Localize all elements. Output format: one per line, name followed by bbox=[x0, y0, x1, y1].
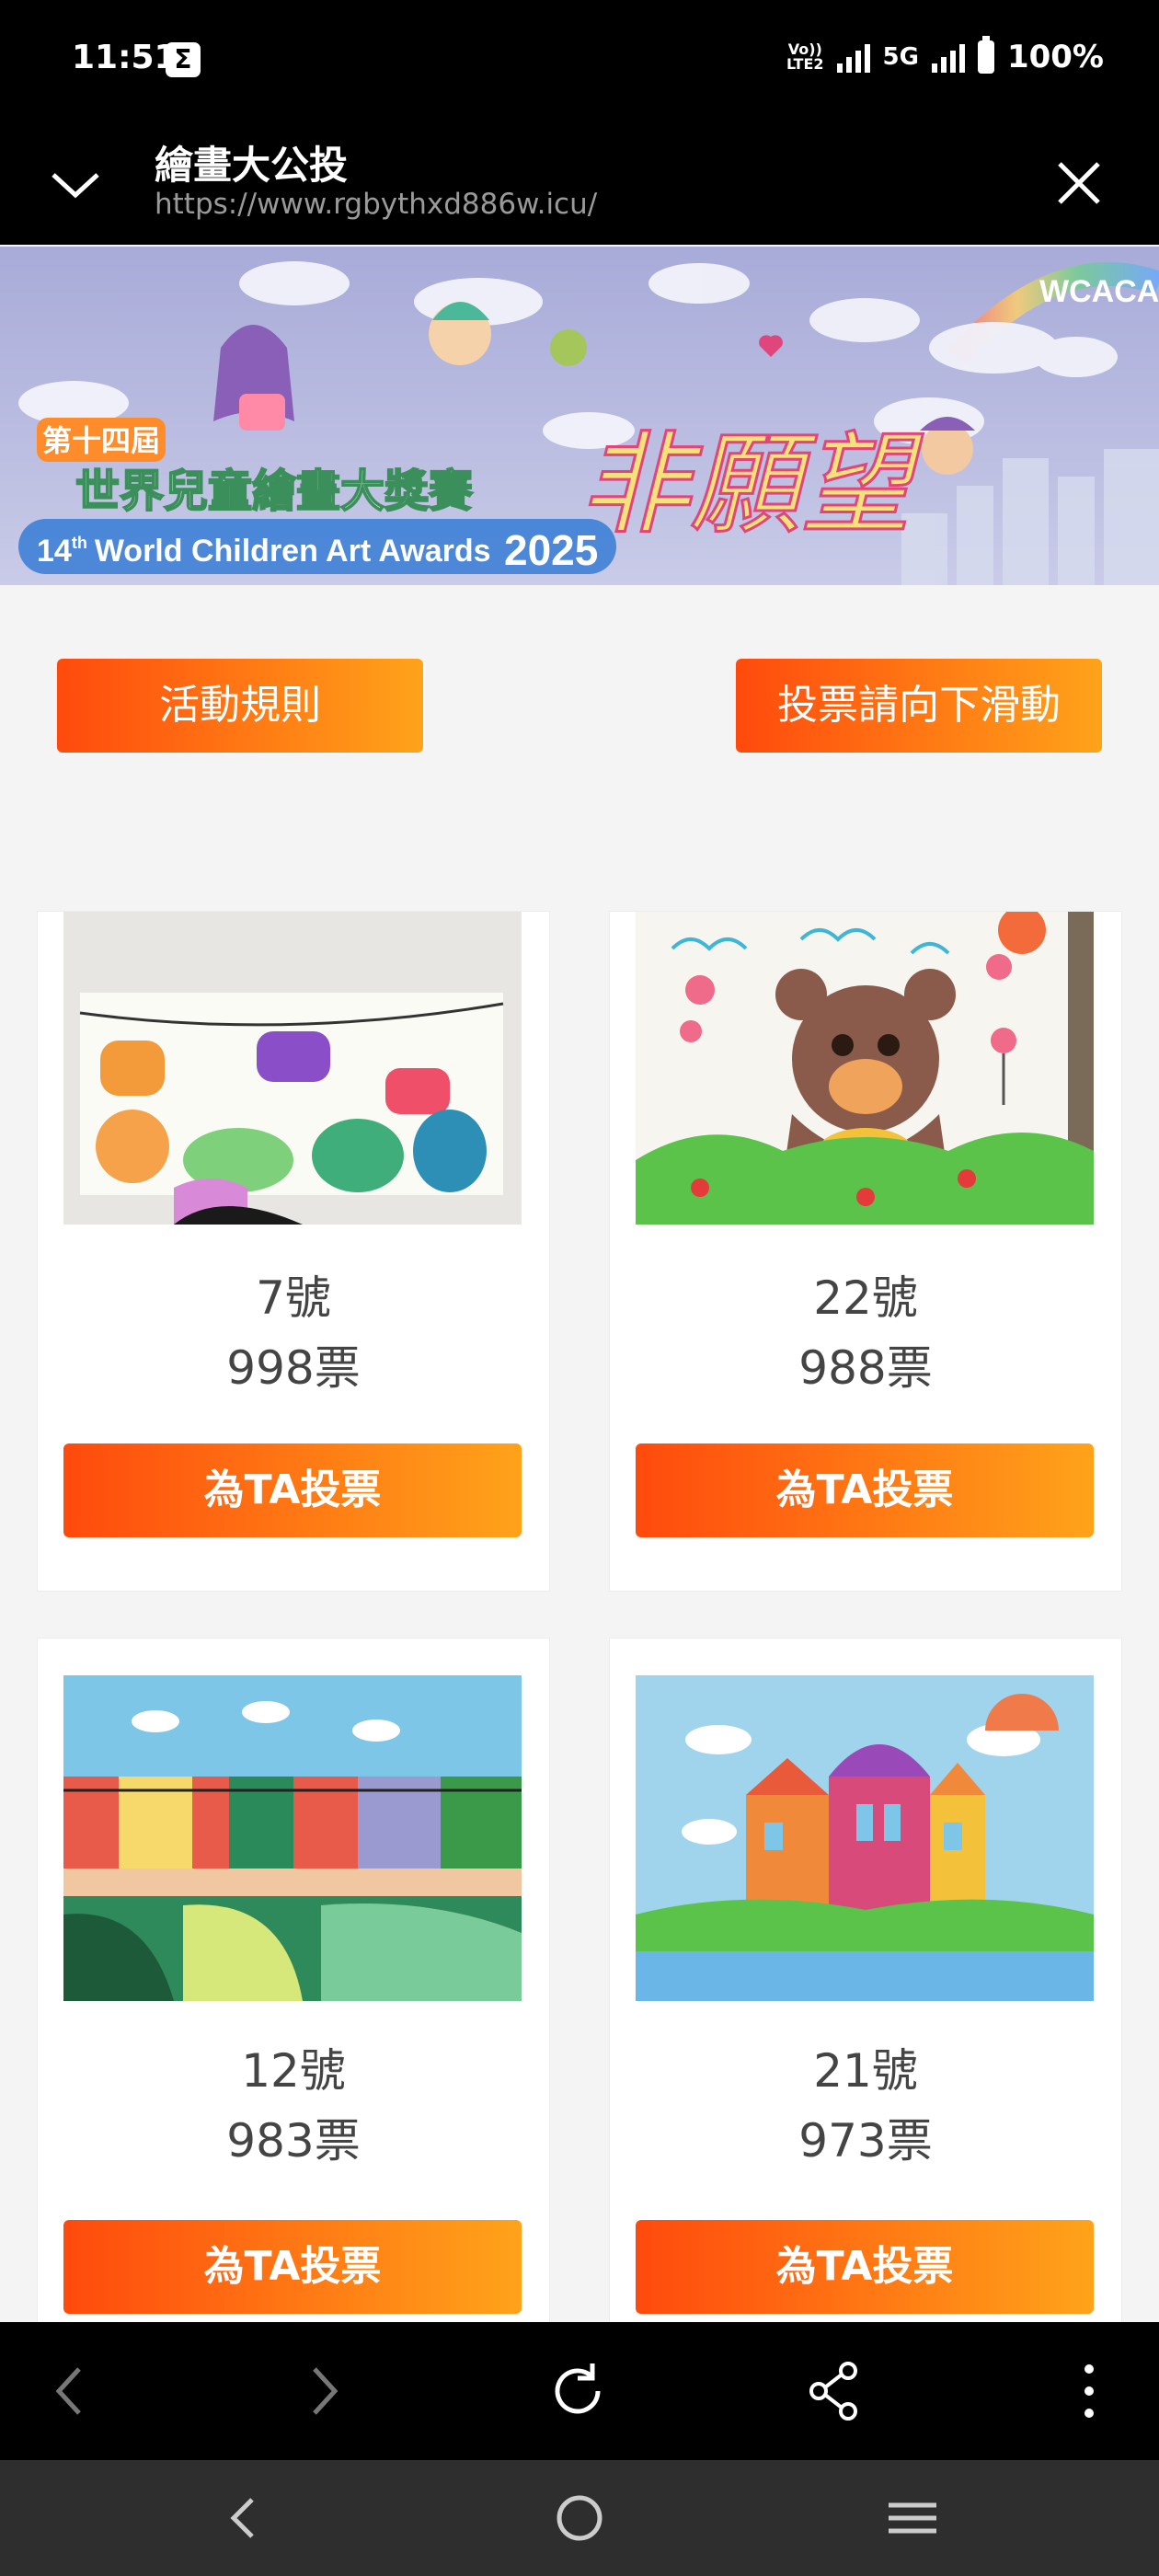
vote-button[interactable]: 為TA投票 bbox=[636, 2220, 1094, 2314]
svg-text:14thWorld Children Art Awards: 14th World Children Art Awards bbox=[37, 534, 491, 569]
entry-card: 22號 988票 為TA投票 bbox=[609, 911, 1122, 1592]
artwork-image[interactable] bbox=[636, 912, 1094, 1225]
sigma-app-icon: Σ bbox=[166, 42, 201, 77]
entry-votes: 988票 bbox=[798, 1341, 933, 1395]
system-nav-bar bbox=[0, 2460, 1159, 2576]
banner-theme: 非願望 bbox=[580, 421, 924, 549]
rules-button[interactable]: 活動規則 bbox=[57, 659, 423, 753]
reload-icon[interactable] bbox=[543, 2354, 616, 2428]
entry-card: 7號 998票 為TA投票 bbox=[37, 911, 550, 1592]
signal-icon-2 bbox=[931, 41, 965, 73]
page-title: 繪畫大公投 bbox=[155, 143, 349, 188]
contest-banner: WCACA 第十四屆 世界兒童繪畫大獎賽 14th World Children … bbox=[0, 247, 1159, 585]
close-icon[interactable] bbox=[1047, 151, 1111, 215]
entry-votes: 973票 bbox=[798, 2114, 933, 2168]
browser-toolbar bbox=[0, 2322, 1159, 2460]
share-icon[interactable] bbox=[797, 2354, 870, 2428]
entry-votes: 998票 bbox=[226, 1341, 361, 1395]
artwork-image[interactable] bbox=[63, 1675, 522, 2001]
banner-edition: 第十四屆 bbox=[42, 423, 160, 458]
entry-number: 21號 bbox=[813, 2044, 918, 2098]
status-bar: 11:51 Σ Vo)) LTE2 5G 100% bbox=[0, 0, 1159, 125]
entry-votes: 983票 bbox=[226, 2114, 361, 2168]
page-url: https://www.rgbythxd886w.icu/ bbox=[155, 188, 598, 221]
clock: 11:51 bbox=[72, 39, 178, 76]
more-menu-icon[interactable] bbox=[1052, 2354, 1126, 2428]
system-recents-icon[interactable] bbox=[876, 2481, 949, 2555]
vote-button[interactable]: 為TA投票 bbox=[63, 1443, 522, 1537]
browser-header: 繪畫大公投 https://www.rgbythxd886w.icu/ bbox=[0, 125, 1159, 245]
forward-arrow-icon[interactable] bbox=[287, 2354, 361, 2428]
signal-icon bbox=[836, 41, 870, 73]
battery-icon bbox=[977, 36, 994, 74]
vote-button[interactable]: 為TA投票 bbox=[636, 1443, 1094, 1537]
battery-percent: 100% bbox=[1006, 39, 1104, 75]
system-home-icon[interactable] bbox=[543, 2481, 616, 2555]
entry-number: 22號 bbox=[813, 1271, 918, 1325]
back-arrow-icon[interactable] bbox=[33, 2354, 107, 2428]
banner-badge: WCACA bbox=[1039, 274, 1159, 309]
system-back-icon[interactable] bbox=[208, 2481, 281, 2555]
vote-button[interactable]: 為TA投票 bbox=[63, 2220, 522, 2314]
entry-card: 12號 983票 為TA投票 bbox=[37, 1638, 550, 2324]
chevron-down-icon[interactable] bbox=[48, 162, 103, 208]
network-type: 5G bbox=[882, 43, 919, 71]
artwork-image[interactable] bbox=[63, 912, 522, 1225]
banner-title: 世界兒童繪畫大獎賽 bbox=[75, 466, 473, 517]
volte-indicator: Vo)) LTE2 bbox=[786, 40, 824, 73]
scroll-to-vote-button[interactable]: 投票請向下滑動 bbox=[736, 659, 1102, 753]
entry-card: 21號 973票 為TA投票 bbox=[609, 1638, 1122, 2324]
entry-number: 12號 bbox=[241, 2044, 346, 2098]
artwork-image[interactable] bbox=[636, 1675, 1094, 2001]
entry-number: 7號 bbox=[256, 1271, 331, 1325]
